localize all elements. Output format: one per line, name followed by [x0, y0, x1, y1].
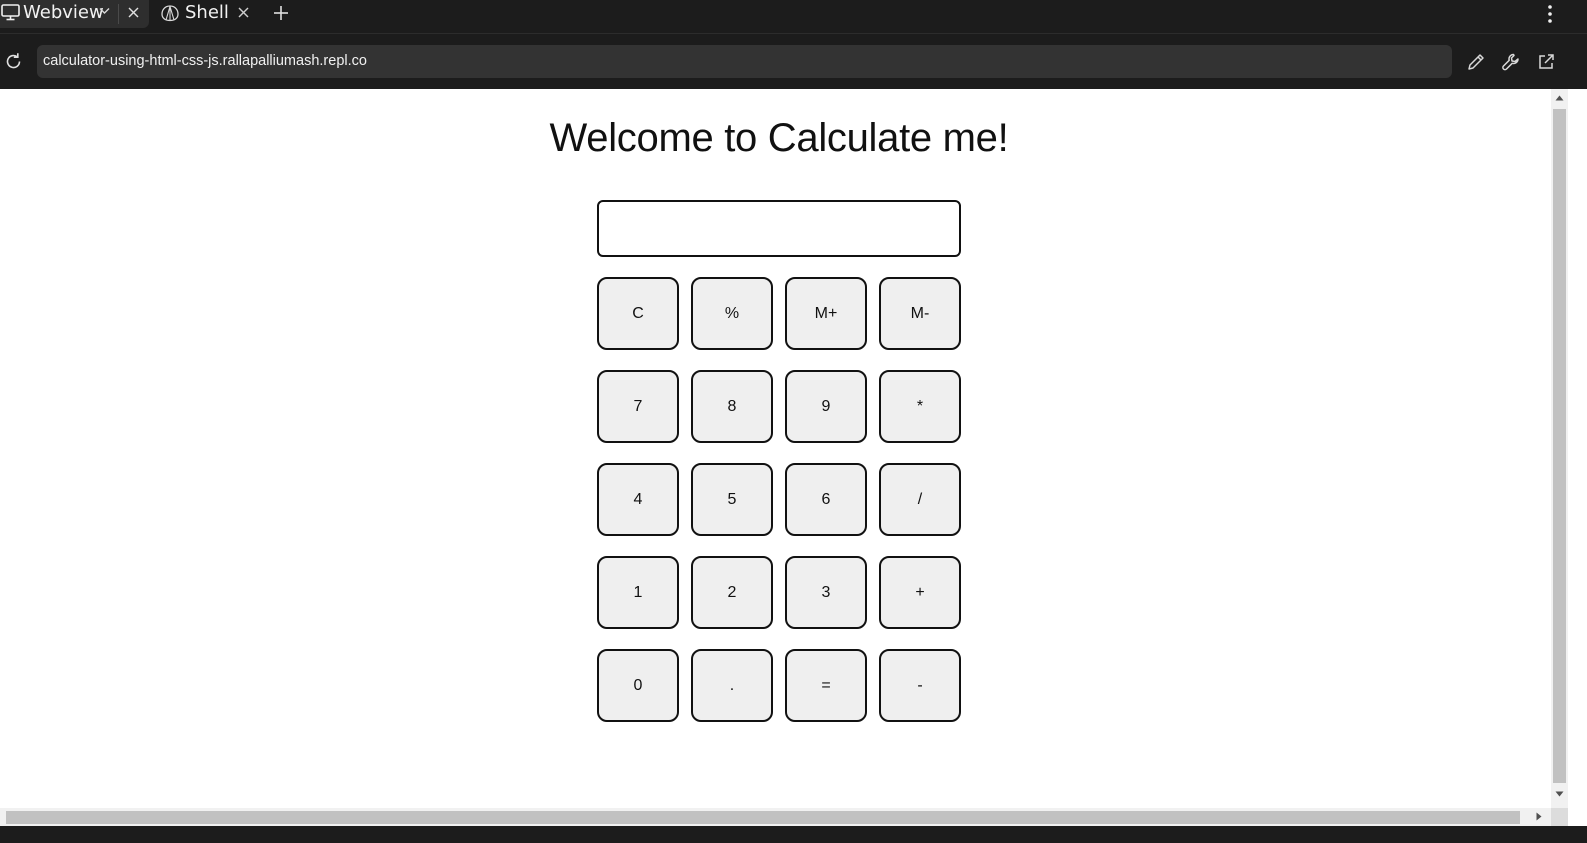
page-title: Welcome to Calculate me! [549, 116, 1009, 160]
vertical-scrollbar[interactable] [1551, 89, 1568, 808]
scroll-down-icon[interactable] [1555, 791, 1564, 797]
calculator-display[interactable] [597, 200, 961, 257]
address-bar [0, 35, 1587, 89]
close-icon[interactable] [127, 6, 140, 19]
url-input[interactable] [37, 45, 1452, 78]
key-1[interactable]: 1 [597, 556, 679, 629]
key-subtract[interactable]: - [879, 649, 961, 722]
key-9[interactable]: 9 [785, 370, 867, 443]
key-decimal[interactable]: . [691, 649, 773, 722]
key-add[interactable]: + [879, 556, 961, 629]
key-8[interactable]: 8 [691, 370, 773, 443]
key-3[interactable]: 3 [785, 556, 867, 629]
vertical-scroll-thumb[interactable] [1553, 109, 1566, 783]
monitor-icon [1, 4, 20, 21]
tab-webview[interactable]: Webview [0, 0, 149, 28]
key-memory-plus[interactable]: M+ [785, 277, 867, 350]
wrench-icon[interactable] [1501, 52, 1521, 72]
horizontal-scroll-thumb[interactable] [6, 811, 1520, 824]
key-2[interactable]: 2 [691, 556, 773, 629]
reload-icon[interactable] [4, 52, 23, 71]
window-bottom-edge [0, 826, 1587, 843]
webview-content: Welcome to Calculate me! C % M+ M- 7 8 9… [0, 89, 1551, 808]
scroll-up-icon[interactable] [1555, 95, 1564, 101]
key-multiply[interactable]: * [879, 370, 961, 443]
key-4[interactable]: 4 [597, 463, 679, 536]
tab-shell-label: Shell [185, 2, 229, 23]
add-tab-icon[interactable] [272, 4, 290, 22]
shell-icon [161, 5, 179, 22]
pencil-icon[interactable] [1466, 52, 1486, 72]
key-0[interactable]: 0 [597, 649, 679, 722]
key-memory-minus[interactable]: M- [879, 277, 961, 350]
tab-divider [118, 4, 119, 24]
key-7[interactable]: 7 [597, 370, 679, 443]
scrollbar-corner [1551, 808, 1568, 826]
tab-bar: Webview Shell [0, 0, 1587, 34]
external-link-icon[interactable] [1536, 52, 1556, 72]
more-options-icon[interactable] [1546, 4, 1554, 24]
window-edge [1568, 89, 1587, 826]
chevron-down-icon[interactable] [99, 7, 110, 15]
key-percent[interactable]: % [691, 277, 773, 350]
close-icon[interactable] [237, 6, 250, 19]
scroll-right-icon[interactable] [1536, 812, 1542, 821]
tab-shell[interactable]: Shell [150, 0, 260, 28]
key-clear[interactable]: C [597, 277, 679, 350]
key-equals[interactable]: = [785, 649, 867, 722]
key-6[interactable]: 6 [785, 463, 867, 536]
horizontal-scrollbar[interactable] [0, 808, 1551, 826]
key-5[interactable]: 5 [691, 463, 773, 536]
tab-webview-label: Webview [23, 2, 104, 23]
calculator-keypad: C % M+ M- 7 8 9 * 4 5 6 / 1 2 3 + 0 . = … [597, 277, 961, 722]
key-divide[interactable]: / [879, 463, 961, 536]
